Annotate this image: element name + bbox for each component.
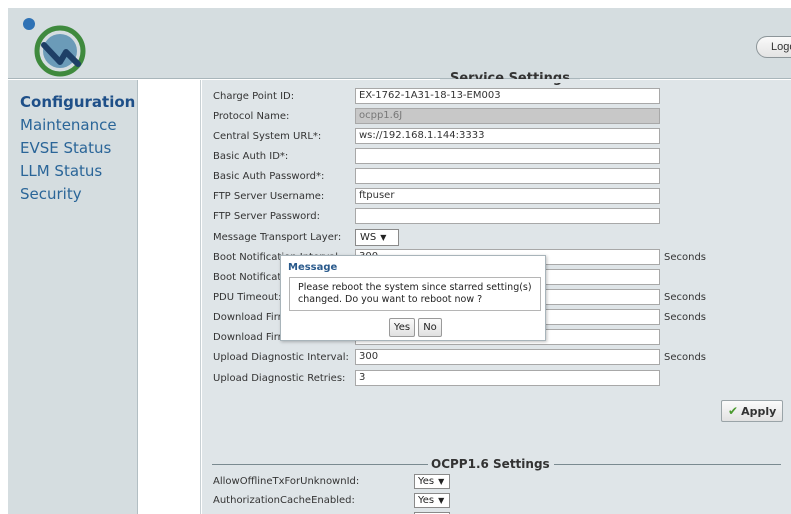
ocpp-divider-right bbox=[554, 464, 781, 465]
dialog-no-button[interactable]: No bbox=[418, 318, 442, 337]
sidebar-item-configuration[interactable]: Configuration bbox=[20, 93, 135, 111]
upload-diagnostic-interval-field[interactable]: 300 bbox=[355, 349, 660, 365]
pdu-timeout-unit: Seconds bbox=[664, 292, 707, 303]
ftp-password-label: FTP Server Password: bbox=[213, 211, 320, 222]
apply-label: Apply bbox=[741, 405, 777, 418]
logo-icon bbox=[23, 18, 86, 77]
basic-auth-id-field[interactable] bbox=[355, 148, 660, 164]
dialog-message-line-2: changed. Do you want to reboot now ? bbox=[298, 294, 483, 305]
authorization-cache-value: Yes bbox=[418, 495, 435, 506]
service-title-clip bbox=[440, 79, 580, 83]
transport-layer-label: Message Transport Layer: bbox=[213, 232, 342, 243]
logout-button[interactable]: Logou bbox=[756, 36, 791, 58]
central-system-url-field[interactable]: ws://192.168.1.144:3333 bbox=[355, 128, 660, 144]
basic-auth-id-label: Basic Auth ID*: bbox=[213, 151, 289, 162]
dialog-yes-button[interactable]: Yes bbox=[389, 318, 415, 337]
pdu-timeout-label: PDU Timeout: bbox=[213, 292, 282, 303]
apply-button[interactable]: ✔ Apply bbox=[721, 400, 783, 422]
transport-layer-select[interactable]: WS ▼ bbox=[355, 229, 399, 246]
upload-diagnostic-retries-field[interactable]: 3 bbox=[355, 370, 660, 386]
reboot-dialog: Message Please reboot the system since s… bbox=[280, 255, 546, 341]
sidebar-item-maintenance[interactable]: Maintenance bbox=[20, 116, 117, 134]
protocol-name-field: ocpp1.6J bbox=[355, 108, 660, 124]
caret-down-icon: ▼ bbox=[438, 496, 445, 505]
sidebar: Configuration Maintenance EVSE Status LL… bbox=[8, 80, 138, 514]
dialog-message: Please reboot the system since starred s… bbox=[289, 277, 541, 311]
ocpp-divider-left bbox=[212, 464, 428, 465]
charge-point-id-field[interactable]: EX-1762-1A31-18-13-EM003 bbox=[355, 88, 660, 104]
ftp-password-field[interactable] bbox=[355, 208, 660, 224]
ftp-username-field[interactable]: ftpuser bbox=[355, 188, 660, 204]
upload-diagnostic-interval-label: Upload Diagnostic Interval: bbox=[213, 352, 349, 363]
transport-layer-value: WS bbox=[360, 232, 377, 243]
charge-point-id-label: Charge Point ID: bbox=[213, 91, 295, 102]
sidebar-item-security[interactable]: Security bbox=[20, 185, 82, 203]
header: Logou bbox=[8, 8, 791, 79]
ocpp-settings-title: OCPP1.6 Settings bbox=[431, 457, 550, 471]
boot-notification-interval-unit: Seconds bbox=[664, 252, 707, 263]
page: Logou Configuration Maintenance EVSE Sta… bbox=[0, 0, 791, 514]
caret-down-icon: ▼ bbox=[438, 477, 445, 486]
dialog-title: Message bbox=[288, 262, 338, 273]
download-firmware-interval-unit: Seconds bbox=[664, 312, 707, 323]
upload-diagnostic-retries-label: Upload Diagnostic Retries: bbox=[213, 373, 346, 384]
upload-diagnostic-interval-unit: Seconds bbox=[664, 352, 707, 363]
protocol-name-label: Protocol Name: bbox=[213, 111, 290, 122]
authorization-cache-select[interactable]: Yes ▼ bbox=[414, 493, 450, 508]
sidebar-item-llm-status[interactable]: LLM Status bbox=[20, 162, 102, 180]
sidebar-item-evse-status[interactable]: EVSE Status bbox=[20, 139, 111, 157]
spacer-column bbox=[139, 80, 201, 514]
check-icon: ✔ bbox=[728, 404, 739, 418]
basic-auth-password-field[interactable] bbox=[355, 168, 660, 184]
caret-down-icon: ▼ bbox=[380, 233, 387, 242]
ftp-username-label: FTP Server Username: bbox=[213, 191, 325, 202]
allow-offline-tx-label: AllowOfflineTxForUnknownId: bbox=[213, 476, 360, 487]
dialog-message-line-1: Please reboot the system since starred s… bbox=[298, 282, 532, 293]
central-system-url-label: Central System URL*: bbox=[213, 131, 322, 142]
basic-auth-password-label: Basic Auth Password*: bbox=[213, 171, 325, 182]
authorization-cache-label: AuthorizationCacheEnabled: bbox=[213, 495, 355, 506]
allow-offline-tx-select[interactable]: Yes ▼ bbox=[414, 474, 450, 489]
allow-offline-tx-value: Yes bbox=[418, 476, 435, 487]
